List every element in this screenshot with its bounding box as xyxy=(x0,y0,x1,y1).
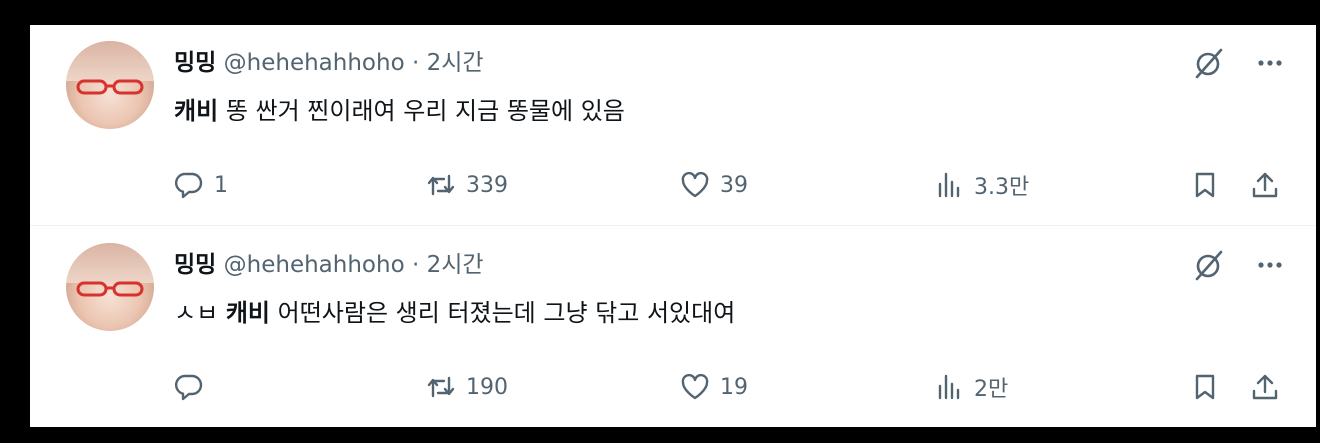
grok-icon[interactable] xyxy=(1190,247,1226,283)
mention[interactable]: 캐비 xyxy=(174,97,218,125)
bookmark-button[interactable] xyxy=(1190,165,1220,205)
mention[interactable]: 캐비 xyxy=(226,299,270,327)
tweet-text: ㅅㅂ 캐비 어떤사람은 생리 터졌는데 그냥 닦고 서있대여 xyxy=(174,295,735,331)
views-icon xyxy=(938,172,960,198)
retweet-button[interactable]: 339 xyxy=(426,165,508,205)
reply-count: 1 xyxy=(214,172,228,198)
timestamp[interactable]: 2시간 xyxy=(427,252,484,278)
tweet[interactable]: 밍밍 @hehehahhoho · 2시간 ㅅㅂ 캐비 어떤사람은 생리 터졌는… xyxy=(30,227,1316,427)
heart-icon xyxy=(681,171,709,198)
bookmark-button[interactable] xyxy=(1190,367,1220,407)
like-count: 39 xyxy=(720,172,748,198)
more-icon[interactable] xyxy=(1252,45,1288,81)
tweet-body: 똥 싼거 찐이래여 우리 지금 똥물에 있음 xyxy=(225,97,625,125)
separator-dot: · xyxy=(411,252,420,278)
view-count: 3.3만 xyxy=(974,175,1030,200)
avatar-glasses xyxy=(76,79,144,95)
timeline-panel: 밍밍 @hehehahhoho · 2시간 캐비 똥 싼거 찐이래여 우리 지금… xyxy=(30,25,1316,427)
share-icon xyxy=(1252,172,1278,198)
user-handle[interactable]: @hehehahhoho xyxy=(224,252,405,278)
tweet-body: 어떤사람은 생리 터졌는데 그냥 닦고 서있대여 xyxy=(277,299,736,327)
tweet[interactable]: 밍밍 @hehehahhoho · 2시간 캐비 똥 싼거 찐이래여 우리 지금… xyxy=(30,25,1316,226)
grok-icon[interactable] xyxy=(1190,45,1226,81)
timestamp[interactable]: 2시간 xyxy=(427,50,484,76)
more-icon[interactable] xyxy=(1252,247,1288,283)
avatar-hair xyxy=(66,243,154,283)
display-name[interactable]: 밍밍 xyxy=(174,252,216,278)
retweet-icon xyxy=(427,174,455,196)
separator-dot: · xyxy=(411,50,420,76)
bookmark-icon xyxy=(1195,374,1215,400)
tweet-actions: 190 19 2만 xyxy=(174,367,1294,407)
views-button[interactable]: 3.3만 xyxy=(934,165,1029,205)
retweet-count: 339 xyxy=(466,172,508,198)
retweet-icon xyxy=(427,376,455,398)
retweet-count: 190 xyxy=(466,374,508,400)
avatar-glasses xyxy=(76,281,144,297)
view-count: 2만 xyxy=(974,377,1009,402)
like-count: 19 xyxy=(720,374,748,400)
share-button[interactable] xyxy=(1250,367,1280,407)
user-handle[interactable]: @hehehahhoho xyxy=(224,50,405,76)
heart-icon xyxy=(681,373,709,400)
reply-button[interactable]: 1 xyxy=(174,165,228,205)
views-button[interactable]: 2만 xyxy=(934,367,1008,407)
retweet-button[interactable]: 190 xyxy=(426,367,508,407)
share-icon xyxy=(1252,374,1278,400)
avatar[interactable] xyxy=(66,41,154,129)
reply-icon xyxy=(174,374,203,401)
like-button[interactable]: 19 xyxy=(680,367,748,407)
tweet-header: 밍밍 @hehehahhoho · 2시간 xyxy=(174,47,484,79)
bookmark-icon xyxy=(1195,172,1215,198)
reply-button[interactable] xyxy=(174,367,214,407)
tweet-header: 밍밍 @hehehahhoho · 2시간 xyxy=(174,249,484,281)
avatar[interactable] xyxy=(66,243,154,331)
tweet-text: 캐비 똥 싼거 찐이래여 우리 지금 똥물에 있음 xyxy=(174,93,625,129)
tweet-prefix: ㅅㅂ xyxy=(174,299,219,327)
tweet-top-actions xyxy=(1190,45,1288,81)
reply-icon xyxy=(174,172,203,199)
tweet-top-actions xyxy=(1190,247,1288,283)
share-button[interactable] xyxy=(1250,165,1280,205)
tweet-actions: 1 339 39 3.3만 xyxy=(174,165,1294,205)
avatar-hair xyxy=(66,41,154,81)
like-button[interactable]: 39 xyxy=(680,165,748,205)
views-icon xyxy=(938,374,960,400)
display-name[interactable]: 밍밍 xyxy=(174,50,216,76)
